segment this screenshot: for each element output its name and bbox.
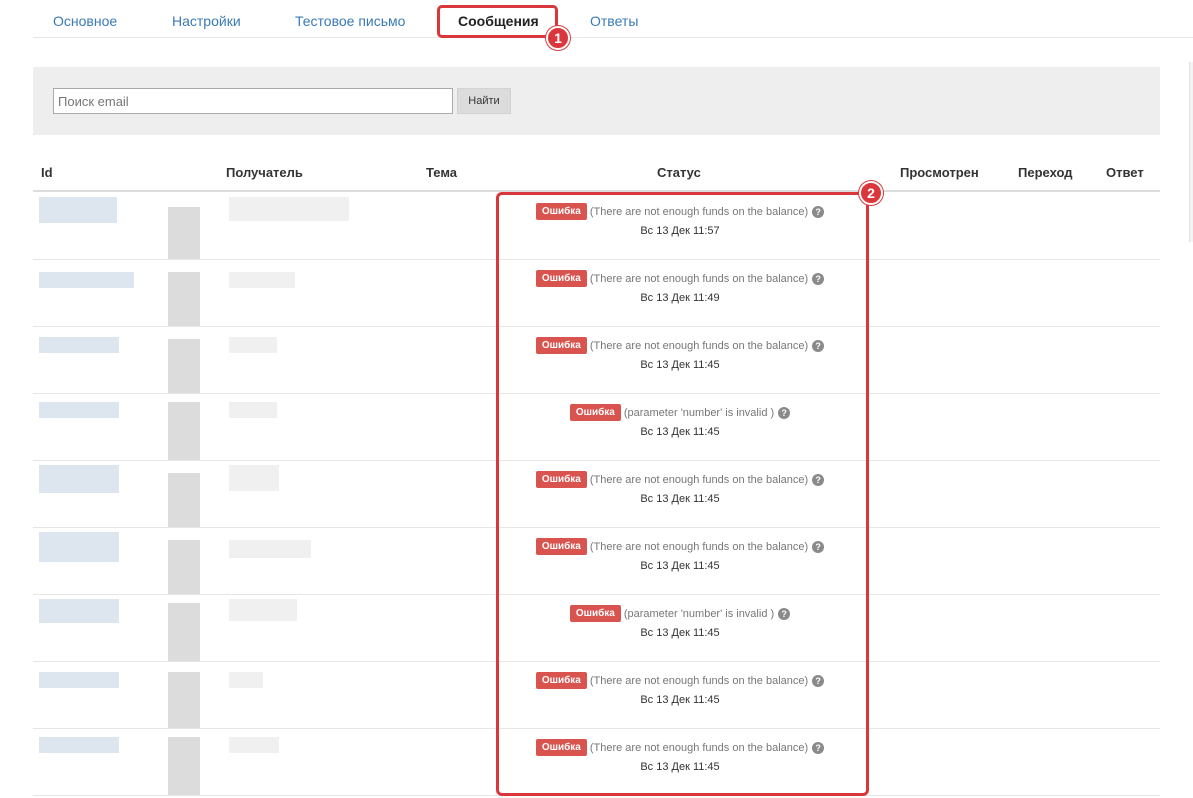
redacted-id [39, 672, 119, 688]
tab-settings[interactable]: Настройки [172, 13, 241, 29]
column-header-click: Переход [1018, 165, 1073, 180]
redacted-recipient-email [229, 197, 349, 221]
redacted-id [39, 532, 119, 562]
tab-replies[interactable]: Ответы [590, 13, 638, 29]
redacted-recipient [168, 603, 200, 661]
scrollbar[interactable] [1189, 62, 1193, 242]
redacted-recipient [168, 207, 200, 259]
redacted-recipient-email [229, 465, 279, 491]
redacted-recipient-email [229, 540, 311, 558]
tab-main[interactable]: Основное [53, 13, 117, 29]
redacted-id [39, 465, 119, 493]
redacted-recipient-email [229, 672, 263, 688]
annotation-highlight-messages-tab [437, 5, 558, 38]
column-header-viewed: Просмотрен [900, 165, 979, 180]
redacted-recipient-email [229, 337, 277, 353]
annotation-marker-1: 1 [546, 26, 570, 50]
column-header-reply: Ответ [1106, 165, 1144, 180]
table-header: Id Получатель Тема Статус Просмотрен Пер… [33, 160, 1160, 192]
redacted-id [39, 272, 134, 288]
redacted-recipient-email [229, 272, 295, 288]
redacted-id [39, 737, 119, 753]
redacted-recipient-email [229, 737, 279, 753]
redacted-recipient [168, 540, 200, 594]
search-email-input[interactable] [53, 88, 453, 114]
redacted-recipient [168, 272, 200, 326]
redacted-recipient [168, 672, 200, 728]
redacted-recipient-email [229, 402, 277, 418]
redacted-id [39, 599, 119, 623]
redacted-id [39, 402, 119, 418]
annotation-highlight-status-column [496, 192, 869, 796]
redacted-recipient [168, 473, 200, 527]
tab-bar: Основное Настройки Тестовое письмо Сообщ… [33, 0, 1193, 38]
column-header-recipient: Получатель [226, 165, 303, 180]
search-button[interactable]: Найти [457, 88, 511, 114]
column-header-status: Статус [657, 165, 701, 180]
redacted-id [39, 337, 119, 353]
redacted-recipient-email [229, 599, 297, 621]
redacted-recipient [168, 402, 200, 460]
tab-test-email[interactable]: Тестовое письмо [295, 13, 405, 29]
search-panel: Найти [33, 67, 1160, 135]
redacted-id [39, 197, 117, 223]
redacted-recipient [168, 339, 200, 393]
column-header-subject: Тема [426, 165, 458, 180]
annotation-marker-2: 2 [859, 181, 883, 205]
column-header-id: Id [41, 165, 53, 180]
redacted-recipient [168, 737, 200, 795]
